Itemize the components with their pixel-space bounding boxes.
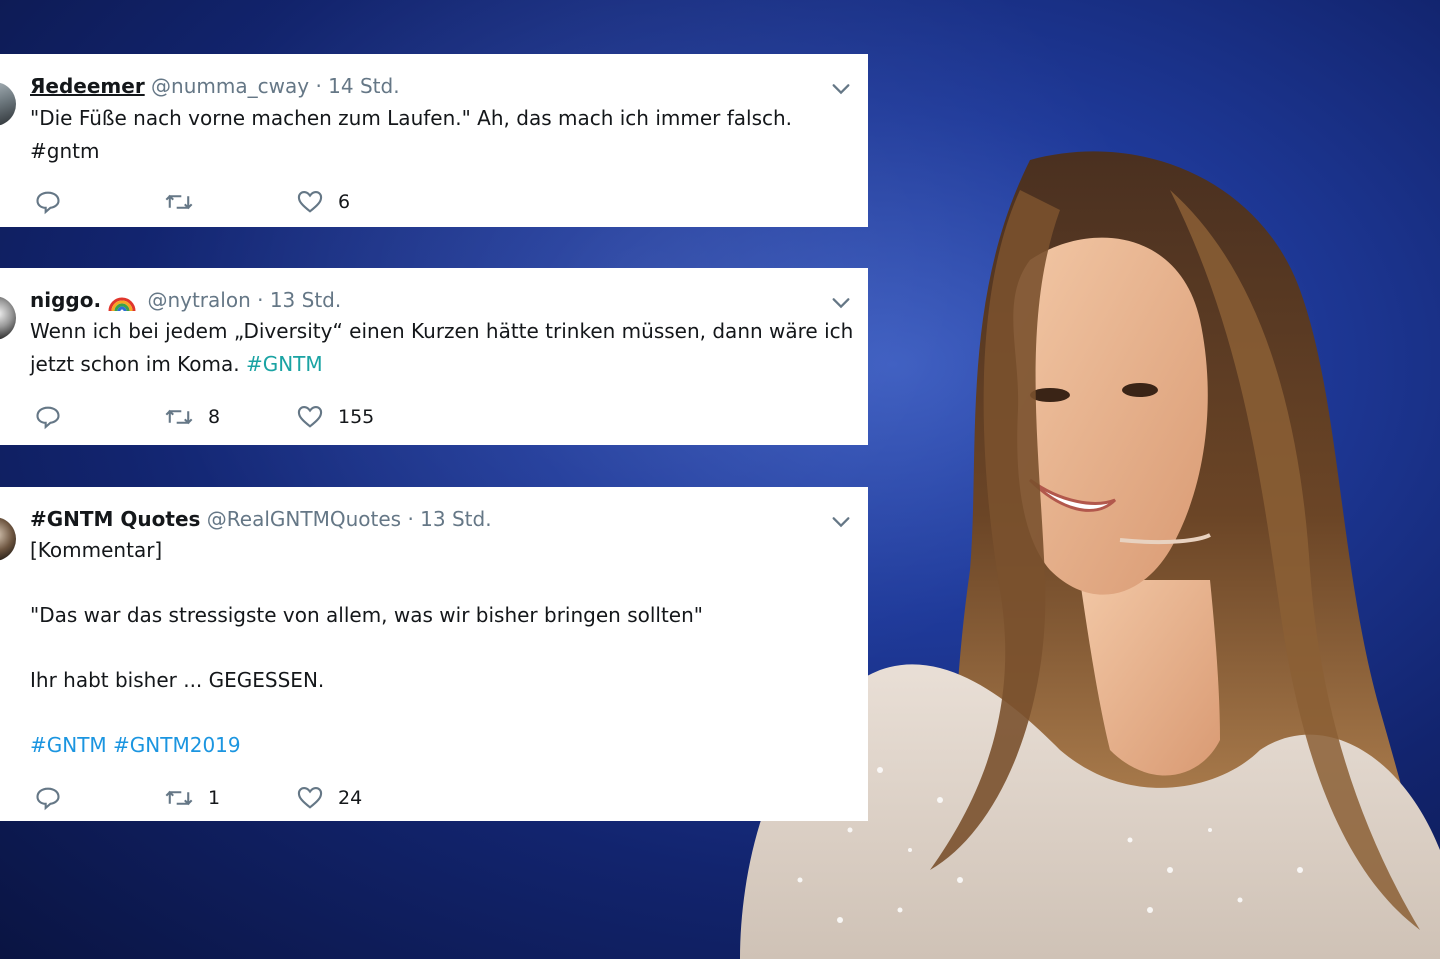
tweet-text-fragment: jetzt schon im Koma. [30,352,240,376]
tweet-actions: 6 [34,188,434,216]
tweet-actions: 8 155 [34,403,434,431]
hashtag-link[interactable]: #GNTM [246,352,323,376]
like-count: 6 [338,191,351,213]
user-handle[interactable]: @RealGNTMQuotes [207,507,401,531]
reply-icon [36,191,60,215]
tweet-header: Яedeemer @numma_cway · 14 Std. [30,72,400,100]
separator: · [315,74,322,98]
chevron-down-icon[interactable] [830,292,852,314]
avatar[interactable] [0,296,16,340]
avatar[interactable] [0,517,16,561]
tweet-text-line: jetzt schon im Koma. #GNTM [30,348,854,381]
tweet-header: #GNTM Quotes @RealGNTMQuotes · 13 Std. [30,505,492,533]
line-spacer [30,632,854,664]
like-button[interactable]: 155 [296,403,374,431]
line-spacer [30,697,854,729]
separator: · [257,288,264,312]
display-name[interactable]: niggo. [30,288,101,312]
reply-button[interactable] [34,403,62,431]
tweet-text-line: "Die Füße nach vorne machen zum Laufen."… [30,106,793,130]
tweet-text: Wenn ich bei jedem „Diversity“ einen Kur… [30,315,854,381]
heart-icon [297,787,323,809]
reply-button[interactable] [34,188,62,216]
like-count: 24 [338,787,363,809]
display-name[interactable]: Яedeemer [30,74,145,98]
tweet-text: "Die Füße nach vorne machen zum Laufen."… [30,102,854,168]
tweet-header: niggo. @nytralon · 13 Std. [30,286,341,314]
tweet-card[interactable]: #GNTM Quotes @RealGNTMQuotes · 13 Std. [… [0,487,868,821]
like-button[interactable]: 6 [296,188,350,216]
rainbow-emoji-icon [108,297,136,311]
reply-icon [36,787,60,811]
retweet-icon [165,790,193,806]
like-button[interactable]: 24 [296,784,362,812]
retweet-button[interactable] [164,188,208,216]
line-spacer [30,567,854,599]
timestamp[interactable]: 13 Std. [420,507,491,531]
retweet-button[interactable]: 8 [164,403,220,431]
tweet-text-line: [Kommentar] [30,538,163,562]
tweet-text-line: "Das war das stressigste von allem, was … [30,603,703,627]
tweet-card[interactable]: niggo. @nytralon · 13 Std. Wenn ich bei … [0,268,868,445]
retweet-count: 8 [208,406,221,428]
heart-icon [297,191,323,213]
retweet-count: 1 [208,787,221,809]
avatar[interactable] [0,82,16,126]
chevron-down-icon[interactable] [830,78,852,100]
retweet-icon [165,194,193,210]
display-name[interactable]: #GNTM Quotes [30,507,200,531]
retweet-icon [165,409,193,425]
tweet-actions: 1 24 [34,784,434,812]
hashtag-link[interactable]: #GNTM #GNTM2019 [30,729,854,762]
reply-button[interactable] [34,784,62,812]
tweet-text-line: Ihr habt bisher ... GEGESSEN. [30,668,325,692]
like-count: 155 [338,406,375,428]
tweet-text: [Kommentar] "Das war das stressigste von… [30,534,854,762]
retweet-button[interactable]: 1 [164,784,220,812]
heart-icon [297,406,323,428]
reply-icon [36,406,60,430]
tweet-text-line: Wenn ich bei jedem „Diversity“ einen Kur… [30,319,854,343]
user-handle[interactable]: @nytralon [147,288,250,312]
tweet-card[interactable]: Яedeemer @numma_cway · 14 Std. "Die Füße… [0,54,868,227]
hashtag-link[interactable]: #gntm [30,135,854,168]
chevron-down-icon[interactable] [830,511,852,533]
user-handle[interactable]: @numma_cway [151,74,309,98]
timestamp[interactable]: 13 Std. [270,288,341,312]
separator: · [407,507,414,531]
timestamp[interactable]: 14 Std. [328,74,399,98]
